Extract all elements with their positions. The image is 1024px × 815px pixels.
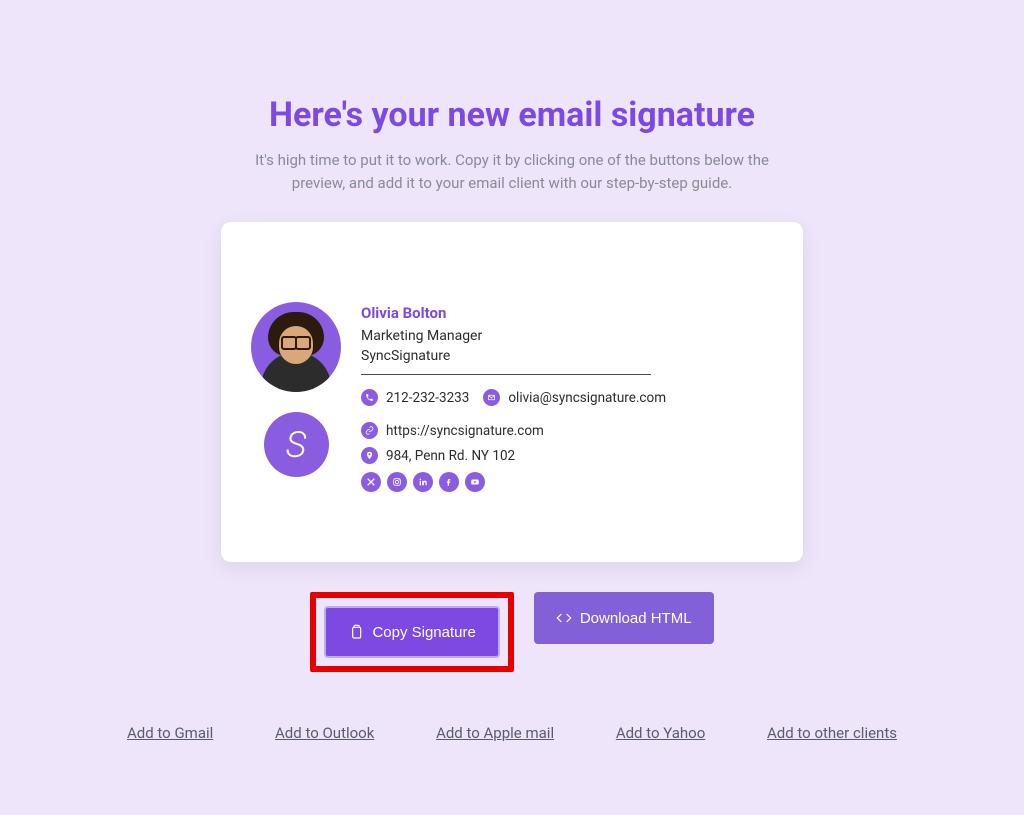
instagram-icon[interactable] [387, 472, 407, 492]
client-links-row: Add to Gmail Add to Outlook Add to Apple… [117, 724, 907, 742]
add-to-outlook-link[interactable]: Add to Outlook [275, 724, 374, 742]
linkedin-icon[interactable] [413, 472, 433, 492]
page-subtitle: It's high time to put it to work. Copy i… [242, 149, 782, 194]
copy-button-label: Copy Signature [372, 624, 475, 641]
avatar [251, 302, 341, 392]
email-icon [483, 389, 500, 406]
download-button-label: Download HTML [580, 610, 692, 627]
signature-preview-card: S Olivia Bolton Marketing Manager SyncSi… [221, 222, 803, 562]
phone-icon [361, 389, 378, 406]
signature-name: Olivia Bolton [361, 304, 773, 322]
x-icon[interactable] [361, 472, 381, 492]
location-icon [361, 447, 378, 464]
code-icon [556, 610, 572, 626]
facebook-icon[interactable] [439, 472, 459, 492]
add-to-yahoo-link[interactable]: Add to Yahoo [616, 724, 705, 742]
link-icon [361, 422, 378, 439]
phone-value: 212-232-3233 [386, 390, 469, 406]
logo-mark: S [286, 424, 307, 466]
add-to-apple-mail-link[interactable]: Add to Apple mail [436, 724, 554, 742]
website-value: https://syncsignature.com [386, 423, 544, 439]
add-to-other-clients-link[interactable]: Add to other clients [767, 724, 897, 742]
page-title: Here's your new email signature [0, 95, 1024, 135]
download-html-button[interactable]: Download HTML [534, 592, 714, 644]
address-value: 984, Penn Rd. NY 102 [386, 448, 515, 464]
clipboard-icon [348, 624, 364, 640]
divider [361, 374, 651, 375]
add-to-gmail-link[interactable]: Add to Gmail [127, 724, 213, 742]
highlight-annotation: Copy Signature [310, 592, 513, 672]
signature-company: SyncSignature [361, 348, 773, 364]
company-logo: S [264, 412, 329, 477]
youtube-icon[interactable] [465, 472, 485, 492]
email-value: olivia@syncsignature.com [508, 390, 666, 406]
signature-job-title: Marketing Manager [361, 328, 773, 344]
copy-signature-button[interactable]: Copy Signature [324, 606, 499, 658]
